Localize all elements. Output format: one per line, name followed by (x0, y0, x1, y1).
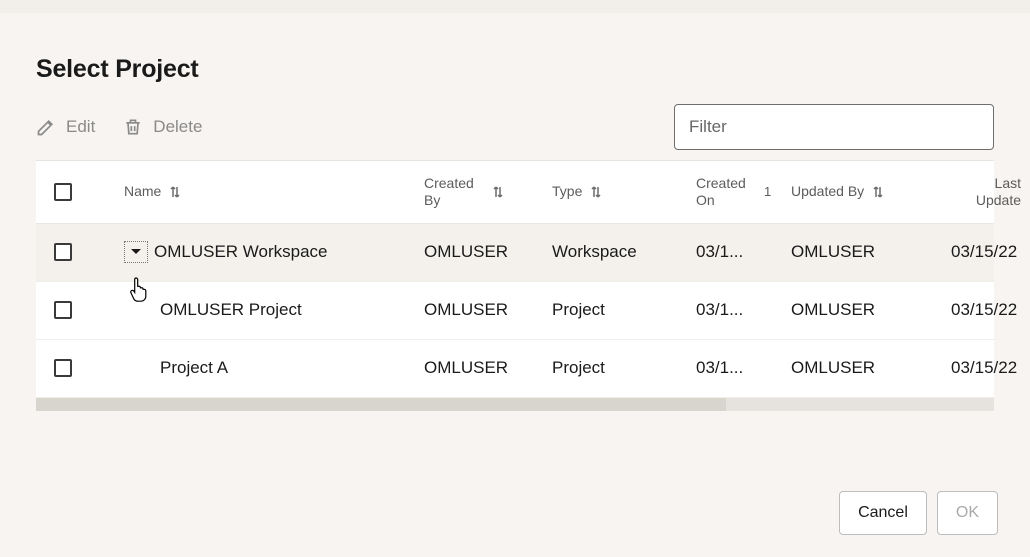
row-updated-by: OMLUSER (777, 300, 937, 320)
col-name-label: Name (124, 183, 161, 200)
row-name: OMLUSER Workspace (154, 242, 328, 262)
edit-label: Edit (66, 117, 95, 137)
page-title: Select Project (0, 25, 1030, 96)
row-type: Project (538, 358, 682, 378)
row-last-update: 03/15/22 (937, 358, 1027, 378)
row-name-cell[interactable]: OMLUSER Project (110, 300, 410, 320)
sort-icon (492, 185, 504, 199)
trash-icon (123, 116, 143, 138)
sort-icon (169, 185, 181, 199)
table-header: Name Created By Type Created On 1 (36, 161, 994, 224)
row-updated-by: OMLUSER (777, 358, 937, 378)
checkbox-icon (54, 243, 72, 261)
expand-toggle[interactable] (124, 241, 148, 263)
row-checkbox[interactable] (36, 359, 110, 377)
row-type: Workspace (538, 242, 682, 262)
project-table: Name Created By Type Created On 1 (36, 160, 994, 398)
col-last-update[interactable]: Last Update (937, 175, 1027, 209)
table-body: OMLUSER WorkspaceOMLUSERWorkspace03/1...… (36, 224, 994, 398)
row-created-by: OMLUSER (410, 300, 538, 320)
table-row[interactable]: OMLUSER ProjectOMLUSERProject03/1...OMLU… (36, 282, 994, 340)
pencil-icon (36, 117, 56, 137)
checkbox-icon (54, 183, 72, 201)
caret-down-icon (130, 248, 142, 256)
cancel-button[interactable]: Cancel (839, 491, 927, 535)
col-select-all[interactable] (36, 183, 110, 201)
checkbox-icon (54, 301, 72, 319)
row-created-on: 03/1... (682, 242, 777, 262)
col-created-on-label: Created On (696, 175, 756, 209)
row-last-update: 03/15/22 (937, 242, 1027, 262)
horizontal-scrollbar[interactable] (36, 398, 994, 411)
col-created-by-label: Created By (424, 175, 484, 209)
table-row[interactable]: Project AOMLUSERProject03/1...OMLUSER03/… (36, 340, 994, 398)
row-name-cell[interactable]: OMLUSER Workspace (110, 241, 410, 263)
col-last-update-label: Last Update (951, 175, 1021, 209)
delete-button[interactable]: Delete (123, 116, 202, 138)
dialog-root: Select Project Edit Delete Name (0, 13, 1030, 411)
scrollbar-thumb[interactable] (36, 398, 726, 411)
col-updated-by[interactable]: Updated By (777, 183, 937, 200)
row-name-cell[interactable]: Project A (110, 358, 410, 378)
dialog-footer: Cancel OK (839, 491, 998, 535)
row-checkbox[interactable] (36, 243, 110, 261)
row-name: OMLUSER Project (160, 300, 302, 320)
toolbar: Edit Delete (0, 96, 1030, 160)
row-created-on: 03/1... (682, 358, 777, 378)
row-created-by: OMLUSER (410, 358, 538, 378)
sort-icon (590, 185, 602, 199)
row-checkbox[interactable] (36, 301, 110, 319)
row-created-by: OMLUSER (410, 242, 538, 262)
row-updated-by: OMLUSER (777, 242, 937, 262)
edit-button[interactable]: Edit (36, 117, 95, 137)
sort-icon (872, 185, 884, 199)
col-type[interactable]: Type (538, 183, 682, 200)
row-created-on: 03/1... (682, 300, 777, 320)
window-top-strip (0, 0, 1030, 13)
sort-priority-badge: 1 (764, 184, 771, 199)
filter-input[interactable] (674, 104, 994, 150)
checkbox-icon (54, 359, 72, 377)
delete-label: Delete (153, 117, 202, 137)
row-type: Project (538, 300, 682, 320)
col-created-on[interactable]: Created On 1 (682, 175, 777, 209)
col-updated-by-label: Updated By (791, 183, 864, 200)
ok-button[interactable]: OK (937, 491, 998, 535)
col-type-label: Type (552, 183, 582, 200)
table-row[interactable]: OMLUSER WorkspaceOMLUSERWorkspace03/1...… (36, 224, 994, 282)
row-name: Project A (160, 358, 228, 378)
row-last-update: 03/15/22 (937, 300, 1027, 320)
col-created-by[interactable]: Created By (410, 175, 538, 209)
col-name[interactable]: Name (110, 183, 410, 200)
